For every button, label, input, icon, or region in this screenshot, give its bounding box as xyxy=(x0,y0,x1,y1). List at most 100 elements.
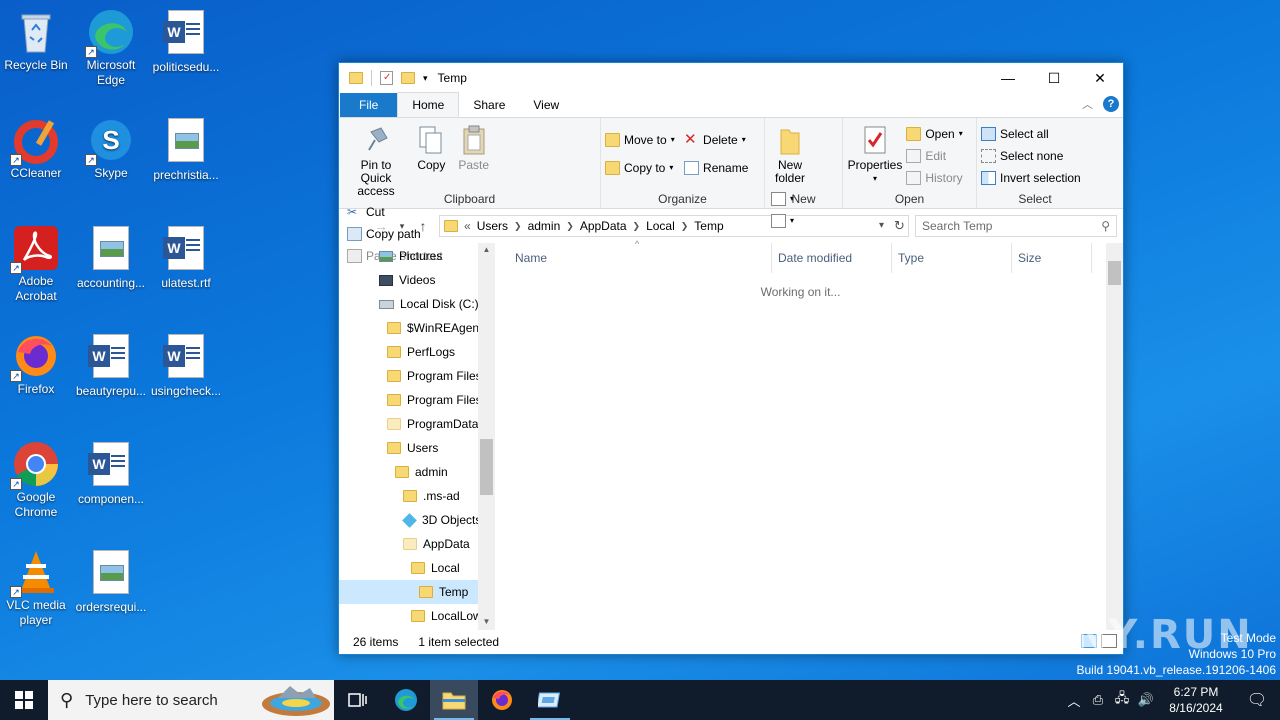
taskbar-search[interactable]: ⚲ Type here to search xyxy=(48,680,334,720)
address-dropdown-icon[interactable]: ▾ xyxy=(872,216,890,236)
close-button[interactable]: ✕ xyxy=(1077,63,1123,93)
chevron-right-icon[interactable]: ❯ xyxy=(514,221,522,232)
breadcrumb-users[interactable]: Users xyxy=(471,219,514,233)
clock[interactable]: 6:27 PM 8/16/2024 xyxy=(1158,684,1234,716)
tree-item[interactable]: Local xyxy=(339,556,495,580)
select-all-button[interactable]: Select all xyxy=(981,124,1081,143)
tab-view[interactable]: View xyxy=(519,93,573,117)
desktop-icon-firefox[interactable]: ↗ Firefox xyxy=(0,332,74,397)
volume-icon[interactable]: 🔊 xyxy=(1134,692,1158,708)
desktop-icon-adobe-acrobat[interactable]: ↗ Adobe Acrobat xyxy=(0,224,74,304)
taskbar-file-explorer[interactable] xyxy=(430,680,478,720)
search-box[interactable]: Search Temp ⚲ xyxy=(915,215,1117,237)
device-icon[interactable]: ⎙ xyxy=(1086,692,1110,708)
desktop-icon-chrome[interactable]: ↗ Google Chrome xyxy=(0,440,74,520)
desktop-icon-edge[interactable]: ↗ Microsoft Edge xyxy=(73,8,149,88)
delete-button[interactable]: ✕ Delete ▾ xyxy=(684,130,748,149)
tree-item[interactable]: Pictures xyxy=(339,244,495,268)
desktop-icon-ordersrequi[interactable]: ordersrequi... xyxy=(73,548,149,615)
title-bar[interactable]: ✓ ▾ Temp — ☐ ✕ xyxy=(339,63,1123,93)
desktop-icon-politicsedu[interactable]: W politicsedu... xyxy=(148,8,224,75)
tree-item[interactable]: AppData xyxy=(339,532,495,556)
tree-item[interactable]: Users xyxy=(339,436,495,460)
history-button[interactable]: History xyxy=(906,168,963,187)
properties-button[interactable]: Properties ▾ xyxy=(847,122,903,187)
navigation-scrollbar[interactable]: ▲ ▼ xyxy=(478,243,495,630)
breadcrumb-temp[interactable]: Temp xyxy=(688,219,729,233)
breadcrumb-local[interactable]: Local xyxy=(640,219,681,233)
scroll-down-icon[interactable]: ▼ xyxy=(478,617,495,626)
desktop-icon-recycle-bin[interactable]: Recycle Bin xyxy=(0,8,74,73)
breadcrumb-appdata[interactable]: AppData xyxy=(574,219,633,233)
taskbar-app-window[interactable] xyxy=(526,680,574,720)
column-date-modified[interactable]: Date modified xyxy=(772,243,892,273)
tree-item[interactable]: ProgramData xyxy=(339,412,495,436)
collapse-ribbon-icon[interactable]: ︿ xyxy=(1082,96,1093,112)
desktop-icon-ccleaner[interactable]: ↗ CCleaner xyxy=(0,116,74,181)
scroll-thumb[interactable] xyxy=(1108,261,1121,285)
maximize-button[interactable]: ☐ xyxy=(1031,63,1077,93)
column-name[interactable]: Name xyxy=(495,243,772,273)
chevron-up-icon[interactable]: ︿ xyxy=(1062,691,1086,710)
select-none-button[interactable]: Select none xyxy=(981,146,1081,165)
scroll-up-icon[interactable]: ▲ xyxy=(478,245,495,254)
chevron-right-icon[interactable]: ❯ xyxy=(633,221,641,232)
tree-item[interactable]: 3D Objects xyxy=(339,508,495,532)
chevron-right-icon[interactable]: ❯ xyxy=(681,221,689,232)
tree-item[interactable]: PerfLogs xyxy=(339,340,495,364)
tab-file[interactable]: File xyxy=(340,93,398,117)
invert-selection-button[interactable]: Invert selection xyxy=(981,168,1081,187)
network-icon[interactable]: 🖧 xyxy=(1110,689,1134,711)
copy-to-button[interactable]: Copy to ▾ xyxy=(605,158,675,177)
pin-to-quick-access-button[interactable]: Pin to Quick access xyxy=(343,122,409,200)
file-list-scrollbar[interactable] xyxy=(1106,243,1123,630)
refresh-icon[interactable]: ↻ xyxy=(890,216,908,236)
easy-access-button[interactable]: ▾ xyxy=(771,211,794,230)
new-folder-quick-icon[interactable] xyxy=(401,72,415,84)
desktop-icon-componen[interactable]: W componen... xyxy=(73,440,149,507)
scroll-thumb[interactable] xyxy=(480,439,493,495)
copy-button[interactable]: Copy xyxy=(412,122,450,174)
help-icon[interactable]: ? xyxy=(1103,96,1119,112)
paste-button[interactable]: Paste xyxy=(454,122,494,174)
tree-item[interactable]: LocalLow xyxy=(339,604,495,628)
start-button[interactable] xyxy=(0,680,48,720)
desktop-icon-vlc[interactable]: ↗ VLC media player xyxy=(0,548,74,628)
minimize-button[interactable]: — xyxy=(985,63,1031,93)
tree-item[interactable]: $WinREAgent xyxy=(339,316,495,340)
notifications-icon[interactable]: 🗨 xyxy=(1234,690,1280,710)
task-view-button[interactable] xyxy=(334,680,382,720)
column-headers: Name Date modified Type Size xyxy=(495,243,1123,273)
tree-item[interactable]: Temp xyxy=(339,580,495,604)
desktop-icon-usingcheck[interactable]: W usingcheck... xyxy=(148,332,224,399)
properties-quick-icon[interactable]: ✓ xyxy=(380,71,393,85)
desktop-icon-skype[interactable]: S ↗ Skype xyxy=(73,116,149,181)
taskbar-edge[interactable] xyxy=(382,680,430,720)
desktop-icon-accounting[interactable]: accounting... xyxy=(73,224,149,291)
move-to-button[interactable]: Move to ▾ xyxy=(605,130,675,149)
tree-item[interactable]: .ms-ad xyxy=(339,484,495,508)
breadcrumb-admin[interactable]: admin xyxy=(522,219,567,233)
chevron-right-icon[interactable]: ❯ xyxy=(566,221,574,232)
address-bar[interactable]: « Users ❯ admin ❯ AppData ❯ Local ❯ Temp… xyxy=(439,215,909,237)
tree-item[interactable]: Program Files xyxy=(339,388,495,412)
customize-toolbar-icon[interactable]: ▾ xyxy=(423,73,428,84)
column-type[interactable]: Type xyxy=(892,243,1012,273)
tree-item[interactable]: admin xyxy=(339,460,495,484)
new-folder-button[interactable]: New folder xyxy=(769,122,811,187)
desktop-icon-prechristia[interactable]: prechristia... xyxy=(148,116,224,183)
address-overflow[interactable]: « xyxy=(464,219,471,233)
tree-item[interactable]: Program Files xyxy=(339,364,495,388)
open-button[interactable]: Open ▾ xyxy=(906,124,963,143)
taskbar-firefox[interactable] xyxy=(478,680,526,720)
column-size[interactable]: Size xyxy=(1012,243,1092,273)
rename-button[interactable]: Rename xyxy=(684,158,748,177)
copy-path-button[interactable]: Copy path xyxy=(347,224,443,243)
edit-button[interactable]: Edit xyxy=(906,146,962,165)
desktop-icon-beautyrepu[interactable]: W beautyrepu... xyxy=(73,332,149,399)
tab-home[interactable]: Home xyxy=(397,92,460,117)
tree-item[interactable]: Videos xyxy=(339,268,495,292)
tree-item[interactable]: Local Disk (C:) xyxy=(339,292,495,316)
desktop-icon-ulatest[interactable]: W ulatest.rtf xyxy=(148,224,224,291)
tab-share[interactable]: Share xyxy=(459,93,519,117)
